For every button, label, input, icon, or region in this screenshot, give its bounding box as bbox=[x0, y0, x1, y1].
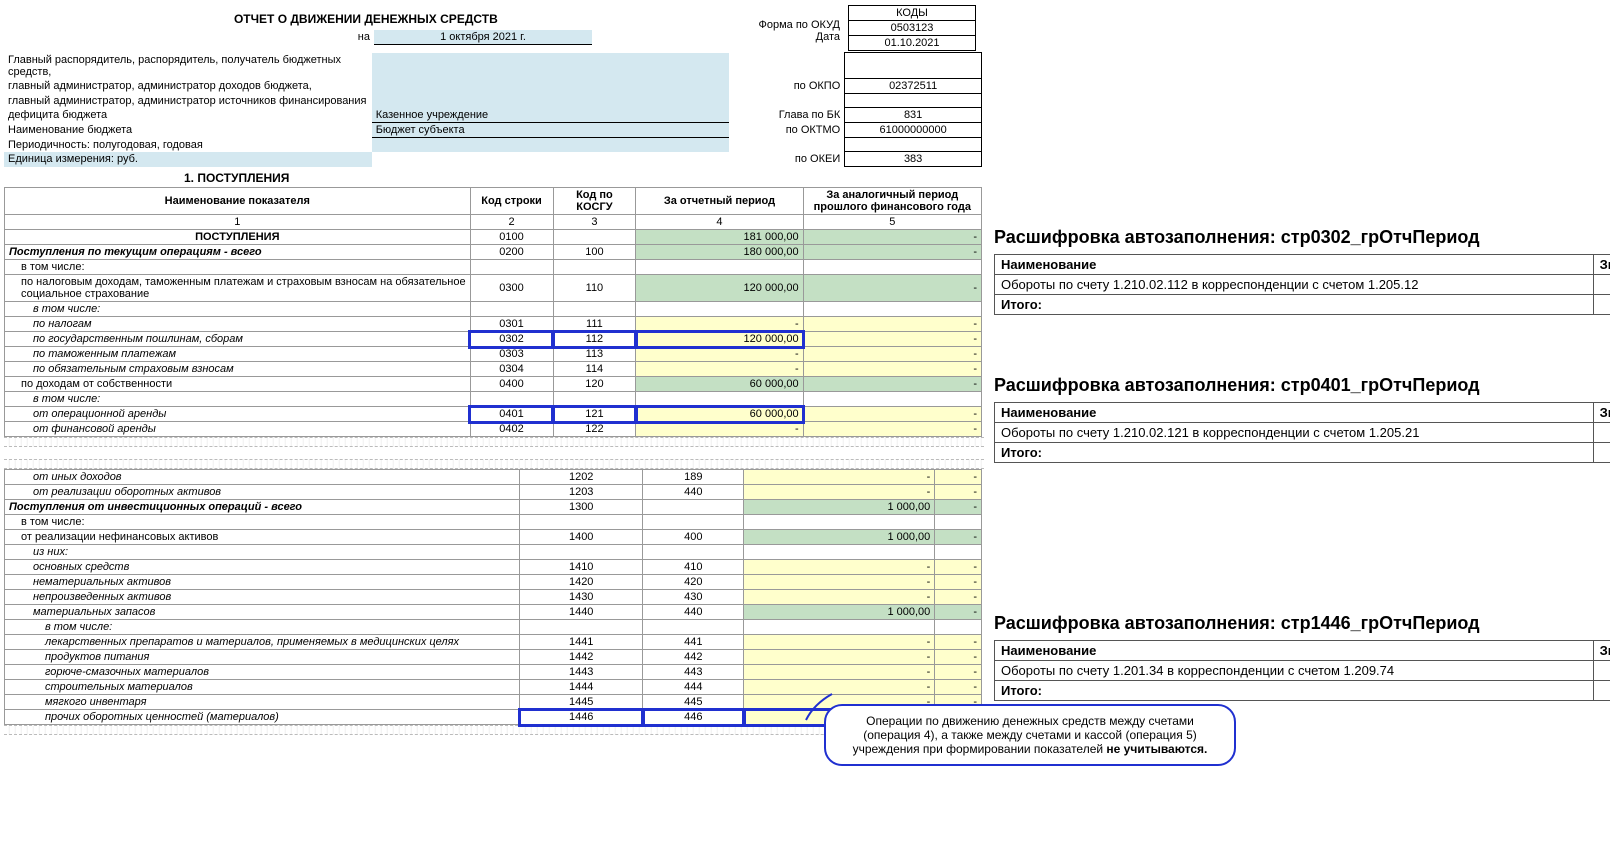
table-row: ПОСТУПЛЕНИЯ0100181 000,00- bbox=[5, 230, 982, 245]
table-row: продуктов питания1442442-- bbox=[5, 650, 982, 665]
table-row: по налогам0301111-- bbox=[5, 317, 982, 332]
side-panel-title: Расшифровка автозаполнения: стр0401_грОт… bbox=[994, 375, 1594, 396]
table-row: в том числе: bbox=[5, 620, 982, 635]
side-panel-title: Расшифровка автозаполнения: стр0302_грОт… bbox=[994, 227, 1594, 248]
table-row: от реализации оборотных активов1203440-- bbox=[5, 485, 982, 500]
table-row: в том числе: bbox=[5, 260, 982, 275]
org-name: Казенное учреждение bbox=[372, 108, 729, 123]
table-row: непроизведенных активов1430430-- bbox=[5, 590, 982, 605]
table-row: из них: bbox=[5, 545, 982, 560]
table-row: по обязательным страховым взносам0304114… bbox=[5, 362, 982, 377]
table-row: по доходам от собственности040012060 000… bbox=[5, 377, 982, 392]
table-row: горюче-смазочных материалов1443443-- bbox=[5, 665, 982, 680]
date-label: на bbox=[8, 30, 374, 45]
table-row: материальных запасов14404401 000,00- bbox=[5, 605, 982, 620]
table-row: от операционной аренды040112160 000,00- bbox=[5, 407, 982, 422]
table-row: от реализации нефинансовых активов140040… bbox=[5, 530, 982, 545]
glava-value: 831 bbox=[845, 108, 982, 123]
callout-note: Операции по движению денежных средств ме… bbox=[824, 704, 1236, 766]
side-panels: Расшифровка автозаполнения: стр0302_грОт… bbox=[994, 4, 1594, 701]
table-row: в том числе: bbox=[5, 302, 982, 317]
main-table-2: от иных доходов1202189--от реализации об… bbox=[4, 469, 982, 725]
table-row: Поступления по текущим операциям - всего… bbox=[5, 245, 982, 260]
table-row: от иных доходов1202189-- bbox=[5, 470, 982, 485]
table-row: в том числе: bbox=[5, 392, 982, 407]
okei-value: 383 bbox=[845, 152, 982, 167]
oktmo-value: 61000000000 bbox=[845, 123, 982, 138]
main-table: Наименование показателя Код строки Код п… bbox=[4, 187, 982, 437]
side-table: НаименованиеЗначениеОбороты по счету 1.2… bbox=[994, 402, 1610, 463]
report-title: ОТЧЕТ О ДВИЖЕНИИ ДЕНЕЖНЫХ СРЕДСТВ bbox=[8, 12, 724, 26]
table-row: Поступления от инвестиционных операций -… bbox=[5, 500, 982, 515]
okud-label: Форма по ОКУД bbox=[732, 19, 840, 31]
table-row: по таможенным платежам0303113-- bbox=[5, 347, 982, 362]
side-table: НаименованиеЗначениеОбороты по счету 1.2… bbox=[994, 640, 1610, 701]
okpo-value: 02372511 bbox=[845, 79, 982, 94]
table-row: в том числе: bbox=[5, 515, 982, 530]
section-title: 1. ПОСТУПЛЕНИЯ bbox=[184, 171, 984, 185]
table-row: строительных материалов1444444-- bbox=[5, 680, 982, 695]
budget-name: Бюджет субъекта bbox=[372, 123, 729, 138]
table-row: по государственным пошлинам, сборам03021… bbox=[5, 332, 982, 347]
date2-label: Дата bbox=[732, 31, 840, 43]
table-row: основных средств1410410-- bbox=[5, 560, 982, 575]
report-date: 1 октября 2021 г. bbox=[374, 30, 592, 45]
table-row: от финансовой аренды0402122-- bbox=[5, 422, 982, 437]
table-row: лекарственных препаратов и материалов, п… bbox=[5, 635, 982, 650]
side-panel-title: Расшифровка автозаполнения: стр1446_грОт… bbox=[994, 613, 1594, 634]
table-row: нематериальных активов1420420-- bbox=[5, 575, 982, 590]
report-form: ОТЧЕТ О ДВИЖЕНИИ ДЕНЕЖНЫХ СРЕДСТВ на 1 о… bbox=[4, 4, 984, 735]
codes-caption: КОДЫ bbox=[849, 6, 976, 21]
date2-value: 01.10.2021 bbox=[849, 36, 976, 51]
side-table: НаименованиеЗначениеОбороты по счету 1.2… bbox=[994, 254, 1610, 315]
table-row: по налоговым доходам, таможенным платежа… bbox=[5, 275, 982, 302]
okud-value: 0503123 bbox=[849, 21, 976, 36]
